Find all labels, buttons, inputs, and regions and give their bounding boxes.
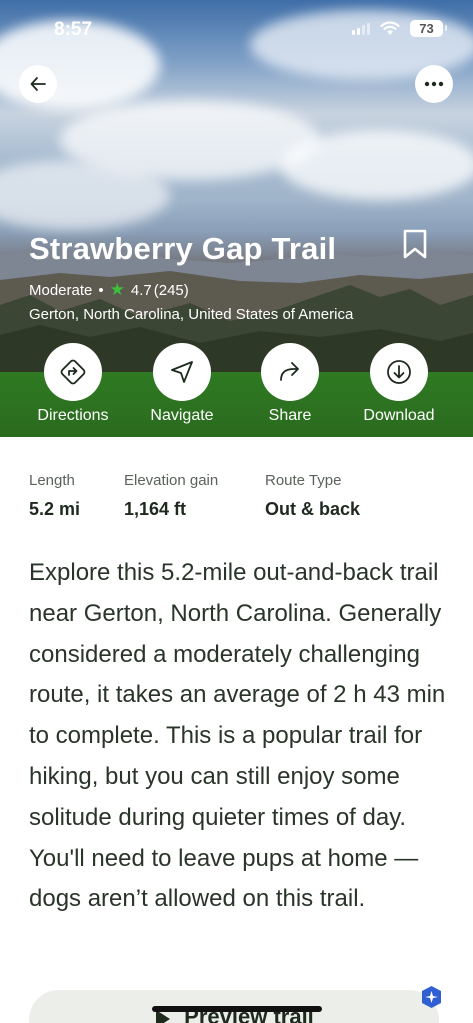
back-button[interactable] (19, 65, 57, 103)
stat-label: Length (29, 472, 75, 489)
share-button[interactable]: Share (235, 343, 345, 425)
trail-location: Gerton, North Carolina, United States of… (29, 306, 354, 323)
difficulty-label: Moderate (29, 281, 93, 299)
home-indicator (152, 1006, 322, 1012)
stat-label: Route Type (265, 472, 342, 489)
stat-elevation: Elevation gain 1,164 ft (124, 472, 265, 520)
navigate-icon (171, 361, 193, 383)
sparkle-shield-icon (422, 986, 441, 1008)
trail-description: Explore this 5.2-mile out-and-back trail… (29, 559, 446, 913)
stat-value: Out & back (265, 499, 361, 519)
stat-value: 5.2 mi (29, 499, 81, 519)
directions-icon (60, 359, 86, 385)
stat-value: 1,164 ft (124, 499, 187, 519)
trail-stats: Length 5.2 mi Elevation gain 1,164 ft Ro… (29, 472, 360, 520)
trail-meta: Moderate • ★ 4.7 (245) (29, 280, 189, 300)
arrow-left-icon (30, 77, 46, 91)
stat-label: Elevation gain (124, 472, 219, 489)
share-icon (280, 362, 299, 381)
star-icon: ★ (109, 280, 125, 299)
bookmark-button[interactable] (402, 229, 428, 263)
navigate-label: Navigate (150, 407, 214, 424)
status-icons: 73 (352, 20, 447, 37)
stat-length: Length 5.2 mi (29, 472, 124, 520)
download-label: Download (363, 407, 435, 424)
stat-route-type: Route Type Out & back (265, 472, 360, 520)
battery-indicator: 73 (410, 20, 447, 37)
status-time: 8:57 (54, 19, 93, 40)
rating-value: 4.7 (130, 281, 152, 299)
signal-icon (352, 22, 370, 35)
directions-label: Directions (37, 407, 109, 424)
share-label: Share (268, 407, 312, 424)
more-options-button[interactable] (415, 65, 453, 103)
meta-separator: • (98, 281, 104, 299)
review-count: (245) (153, 281, 189, 299)
wifi-icon (380, 21, 400, 35)
directions-button[interactable]: Directions (18, 343, 128, 425)
assistant-badge[interactable] (420, 985, 443, 1013)
download-icon (387, 360, 411, 384)
trail-title: Strawberry Gap Trail (29, 231, 337, 266)
bookmark-icon (403, 229, 427, 259)
download-button[interactable]: Download (344, 343, 454, 425)
navigate-button[interactable]: Navigate (127, 343, 237, 425)
more-dots-icon (424, 81, 444, 87)
